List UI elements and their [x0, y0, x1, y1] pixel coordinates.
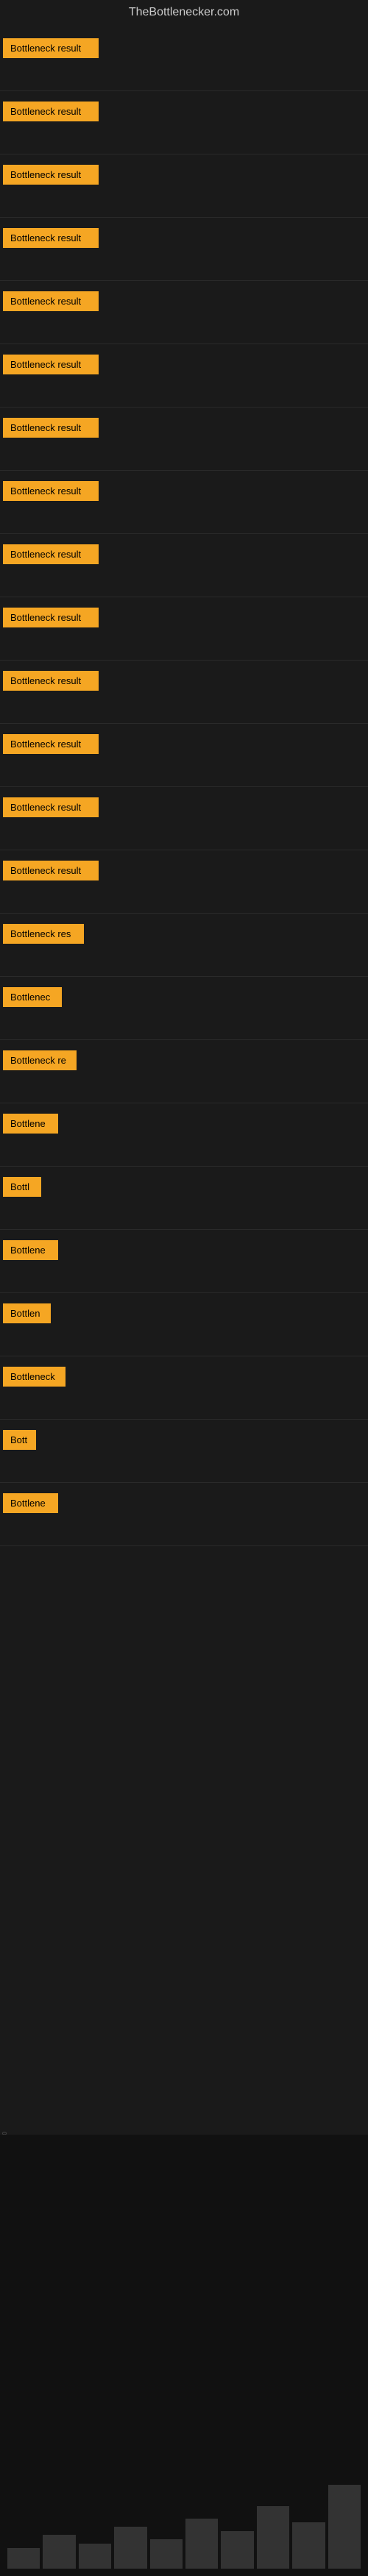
bottleneck-badge-12[interactable]: Bottleneck result: [3, 734, 99, 754]
bottleneck-badge-2[interactable]: Bottleneck result: [3, 102, 99, 121]
bottleneck-badge-15[interactable]: Bottleneck res: [3, 924, 84, 944]
bottleneck-row-8[interactable]: Bottleneck result: [0, 471, 368, 534]
bottleneck-badge-23[interactable]: Bott: [3, 1430, 36, 1450]
bar-3: [79, 2544, 111, 2569]
bar-6: [185, 2519, 218, 2569]
bottleneck-row-5[interactable]: Bottleneck result: [0, 281, 368, 344]
bar-2: [43, 2535, 75, 2569]
bottleneck-row-13[interactable]: Bottleneck result: [0, 787, 368, 850]
bottleneck-badge-14[interactable]: Bottleneck result: [3, 861, 99, 880]
bottleneck-row-15[interactable]: Bottleneck res: [0, 914, 368, 977]
bottleneck-badge-24[interactable]: Bottlene: [3, 1493, 58, 1513]
bottleneck-badge-11[interactable]: Bottleneck result: [3, 671, 99, 691]
bottleneck-row-21[interactable]: Bottlen: [0, 1293, 368, 1356]
bar-4: [114, 2527, 146, 2569]
bottleneck-row-2[interactable]: Bottleneck result: [0, 91, 368, 154]
bottleneck-row-24[interactable]: Bottlene: [0, 1483, 368, 1546]
bottleneck-badge-7[interactable]: Bottleneck result: [3, 418, 99, 438]
bottleneck-row-11[interactable]: Bottleneck result: [0, 661, 368, 724]
bottleneck-row-20[interactable]: Bottlene: [0, 1230, 368, 1293]
bottleneck-row-1[interactable]: Bottleneck result: [0, 28, 368, 91]
bottleneck-row-18[interactable]: Bottlene: [0, 1103, 368, 1167]
bottleneck-row-16[interactable]: Bottlenec: [0, 977, 368, 1040]
bottleneck-badge-18[interactable]: Bottlene: [3, 1114, 58, 1134]
chart-bars: [0, 2135, 368, 2576]
bottleneck-row-10[interactable]: Bottleneck result: [0, 597, 368, 661]
bottleneck-badge-20[interactable]: Bottlene: [3, 1240, 58, 1260]
bottleneck-badge-16[interactable]: Bottlenec: [3, 987, 62, 1007]
bottleneck-row-19[interactable]: Bottl: [0, 1167, 368, 1230]
chart-area: [0, 2135, 368, 2576]
bottleneck-row-12[interactable]: Bottleneck result: [0, 724, 368, 787]
bottleneck-row-4[interactable]: Bottleneck result: [0, 218, 368, 281]
bottleneck-badge-6[interactable]: Bottleneck result: [3, 355, 99, 374]
bottleneck-row-9[interactable]: Bottleneck result: [0, 534, 368, 597]
bottom-section: 0: [0, 1546, 368, 2576]
bottleneck-badge-17[interactable]: Bottleneck re: [3, 1050, 77, 1070]
bottleneck-badge-3[interactable]: Bottleneck result: [3, 165, 99, 185]
site-title: TheBottlenecker.com: [0, 0, 368, 28]
bottleneck-badge-10[interactable]: Bottleneck result: [3, 608, 99, 627]
bottleneck-row-23[interactable]: Bott: [0, 1420, 368, 1483]
bottleneck-row-7[interactable]: Bottleneck result: [0, 408, 368, 471]
bottleneck-row-6[interactable]: Bottleneck result: [0, 344, 368, 408]
bottleneck-badge-5[interactable]: Bottleneck result: [3, 291, 99, 311]
bottleneck-badge-4[interactable]: Bottleneck result: [3, 228, 99, 248]
bar-7: [221, 2531, 253, 2569]
bottleneck-badge-8[interactable]: Bottleneck result: [3, 481, 99, 501]
bottleneck-badge-19[interactable]: Bottl: [3, 1177, 41, 1197]
bar-5: [150, 2539, 183, 2569]
bottleneck-row-22[interactable]: Bottleneck: [0, 1356, 368, 1420]
bottleneck-row-3[interactable]: Bottleneck result: [0, 154, 368, 218]
bottleneck-badge-1[interactable]: Bottleneck result: [3, 38, 99, 58]
bar-10: [328, 2485, 361, 2569]
bottleneck-row-17[interactable]: Bottleneck re: [0, 1040, 368, 1103]
bottleneck-badge-22[interactable]: Bottleneck: [3, 1367, 66, 1387]
bar-9: [292, 2522, 325, 2569]
bottleneck-badge-21[interactable]: Bottlen: [3, 1303, 51, 1323]
bar-1: [7, 2548, 40, 2569]
bottleneck-badge-13[interactable]: Bottleneck result: [3, 797, 99, 817]
bottleneck-badge-9[interactable]: Bottleneck result: [3, 544, 99, 564]
bar-8: [257, 2506, 289, 2569]
bottleneck-row-14[interactable]: Bottleneck result: [0, 850, 368, 914]
